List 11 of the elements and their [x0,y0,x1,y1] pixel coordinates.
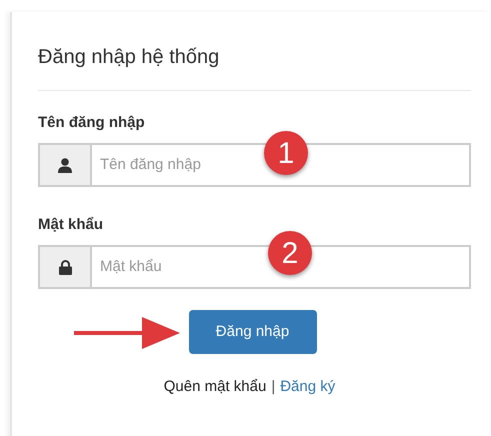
forgot-password-link[interactable]: Quên mật khẩu [164,376,266,398]
separator-text: | [271,377,276,397]
lock-icon [58,260,72,274]
panel-title: Đăng nhập hệ thống [38,45,220,70]
register-link[interactable]: Đăng ký [280,376,336,398]
callout-badge: 1 [264,131,308,175]
login-button[interactable]: Đăng nhập [188,310,316,354]
field-label: Mật khẩu [38,215,104,235]
user-icon [58,158,72,172]
field-label: Tên đăng nhập [38,113,146,133]
callout-badge: 2 [268,231,312,275]
